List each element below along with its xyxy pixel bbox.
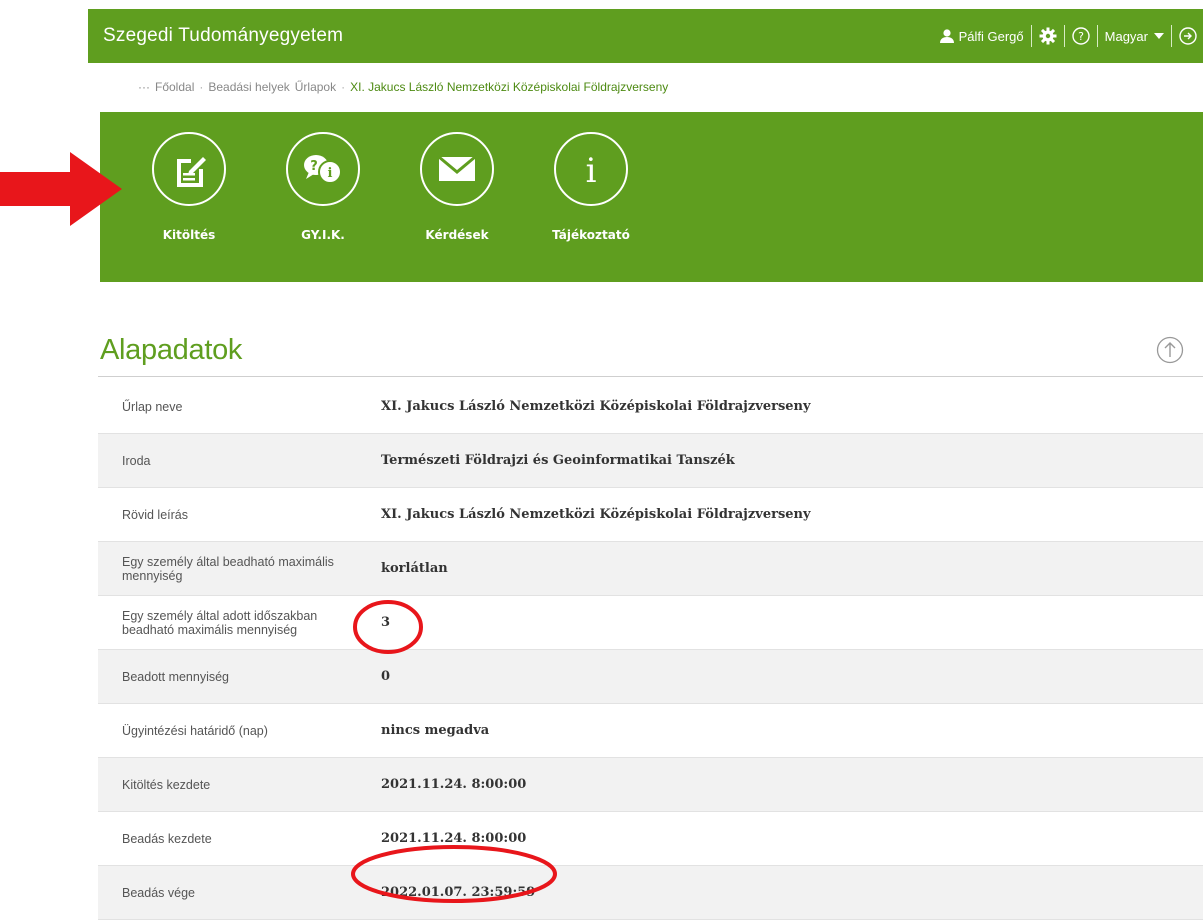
table-row: Kitöltés kezdete 2021.11.24. 8:00:00 <box>98 758 1203 812</box>
table-row: Iroda Természeti Földrajzi és Geoinforma… <box>98 434 1203 488</box>
row-value: 0 <box>381 669 391 684</box>
gear-icon[interactable] <box>1039 27 1057 45</box>
breadcrumb-separator: · <box>341 80 346 94</box>
divider <box>1030 25 1032 47</box>
red-arrow-annotation <box>0 152 122 226</box>
row-label: Beadás kezdete <box>122 831 212 846</box>
table-row: Beadás vége 2022.01.07. 23:59:59 <box>98 866 1203 920</box>
breadcrumb-item-home[interactable]: Főoldal <box>155 80 194 94</box>
logout-icon[interactable] <box>1179 27 1197 45</box>
table-row: Ügyintézési határidő (nap) nincs megadva <box>98 704 1203 758</box>
action-label: GY.I.K. <box>301 228 345 242</box>
row-value: 2021.11.24. 8:00:00 <box>381 777 527 792</box>
row-label: Űrlap neve <box>122 399 183 414</box>
details-table: Űrlap neve XI. Jakucs László Nemzetközi … <box>98 380 1203 920</box>
breadcrumb-item-submission-places[interactable]: Beadási helyek <box>208 80 289 94</box>
row-value: XI. Jakucs László Nemzetközi Középiskola… <box>381 507 811 522</box>
top-bar-controls: Pálfi Gergő ? Magyar <box>939 9 1203 63</box>
row-label: Kitöltés kezdete <box>122 777 211 792</box>
user-icon <box>939 28 955 44</box>
row-label: Iroda <box>122 453 151 468</box>
row-value: XI. Jakucs László Nemzetközi Középiskola… <box>381 399 811 414</box>
action-label: Kitöltés <box>162 228 216 242</box>
breadcrumb-item-forms[interactable]: Űrlapok <box>295 80 336 94</box>
top-bar: Szegedi Tudományegyetem Pálfi Gergő ? Ma… <box>88 9 1203 63</box>
language-label: Magyar <box>1104 28 1148 44</box>
help-icon[interactable]: ? <box>1071 27 1090 45</box>
table-row: Egy személy által beadható maximális men… <box>98 542 1203 596</box>
breadcrumb-ellipsis[interactable]: ··· <box>138 80 150 94</box>
svg-text:?: ? <box>310 159 318 174</box>
language-select[interactable]: Magyar <box>1105 29 1164 44</box>
svg-text:?: ? <box>1078 30 1084 43</box>
action-faq[interactable]: ? i GY.I.K. <box>268 132 378 242</box>
red-circle-annotation <box>353 600 423 654</box>
red-circle-annotation <box>351 845 557 903</box>
table-row: Beadás kezdete 2021.11.24. 8:00:00 <box>98 812 1203 866</box>
faq-icon: ? i <box>286 132 360 206</box>
edit-form-icon <box>152 132 226 206</box>
divider <box>1171 25 1172 47</box>
user-menu[interactable]: Pálfi Gergő <box>939 28 1024 44</box>
table-row: Űrlap neve XI. Jakucs László Nemzetközi … <box>98 380 1203 434</box>
scroll-up-icon[interactable] <box>1156 336 1184 369</box>
action-questions[interactable]: Kérdések <box>402 132 512 242</box>
section-divider <box>98 376 1203 377</box>
section-title: Alapadatok <box>100 334 243 366</box>
action-panel: Kitöltés ? i GY.I.K. Kérdések i Tájékozt… <box>100 112 1203 282</box>
breadcrumb-separator: · <box>199 80 204 94</box>
brand-title[interactable]: Szegedi Tudományegyetem <box>103 25 343 47</box>
action-label: Tájékoztató <box>552 228 630 242</box>
row-label: Ügyintézési határidő (nap) <box>122 723 268 738</box>
breadcrumb-item-current: XI. Jakucs László Nemzetközi Középiskola… <box>350 80 669 94</box>
action-label: Kérdések <box>425 228 489 242</box>
row-value: korlátlan <box>381 561 448 576</box>
row-value: Természeti Földrajzi és Geoinformatikai … <box>381 453 735 468</box>
breadcrumb: ··· Főoldal · Beadási helyek Űrlapok · X… <box>138 80 668 94</box>
row-label: Egy személy által beadható maximális men… <box>122 554 334 583</box>
svg-text:i: i <box>586 151 597 189</box>
envelope-icon <box>420 132 494 206</box>
row-value: nincs megadva <box>381 723 490 738</box>
caret-down-icon <box>1154 33 1164 39</box>
table-row: Rövid leírás XI. Jakucs László Nemzetköz… <box>98 488 1203 542</box>
row-label: Beadott mennyiség <box>122 669 230 684</box>
row-label: Egy személy által adott időszakban beadh… <box>122 608 318 637</box>
table-row: Beadott mennyiség 0 <box>98 650 1203 704</box>
table-row: Egy személy által adott időszakban beadh… <box>98 596 1203 650</box>
divider <box>1063 25 1065 47</box>
action-information[interactable]: i Tájékoztató <box>536 132 646 242</box>
user-name: Pálfi Gergő <box>958 28 1024 44</box>
action-fill-in[interactable]: Kitöltés <box>134 132 244 242</box>
row-label: Beadás vége <box>122 885 195 900</box>
row-label: Rövid leírás <box>122 507 188 522</box>
svg-text:i: i <box>328 166 333 181</box>
divider <box>1096 25 1098 47</box>
info-icon: i <box>554 132 628 206</box>
